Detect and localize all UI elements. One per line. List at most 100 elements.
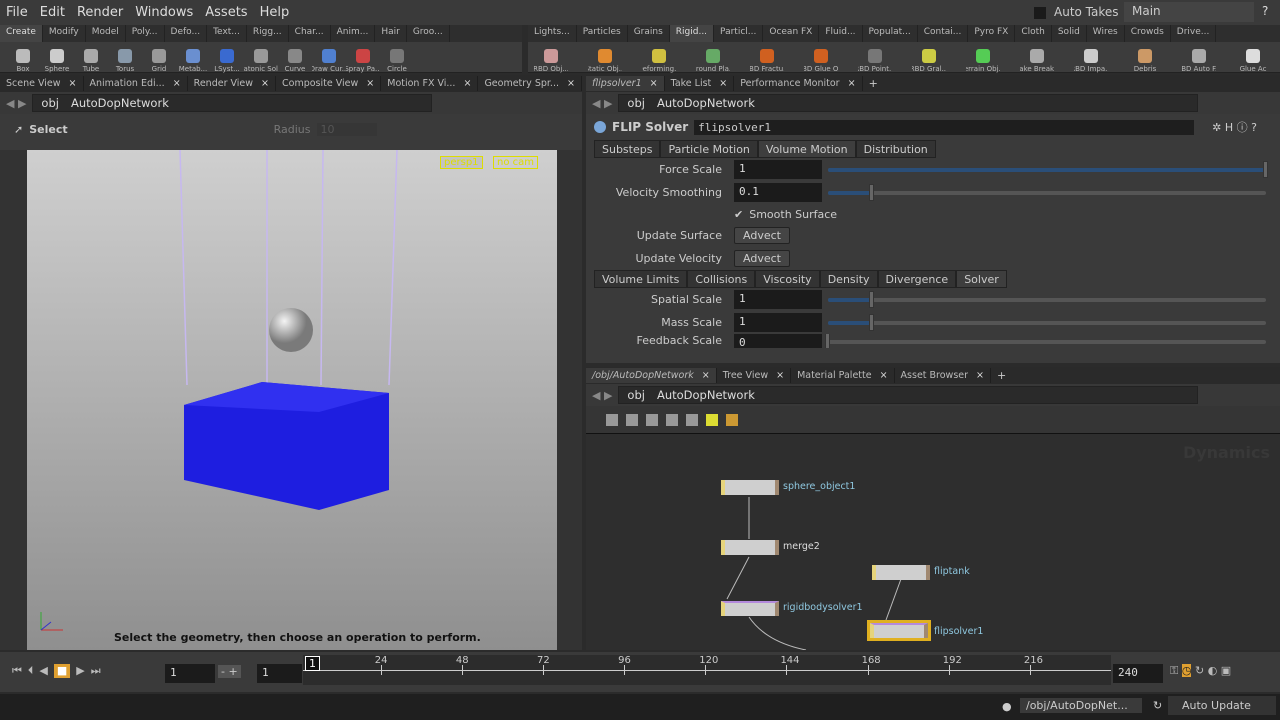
auto-takes-checkbox[interactable] xyxy=(1034,7,1046,19)
close-icon[interactable]: × xyxy=(567,78,575,89)
shelf-tool[interactable]: Debris xyxy=(1128,49,1162,73)
close-icon[interactable]: × xyxy=(366,78,374,89)
param-tab[interactable]: Viscosity xyxy=(755,270,820,288)
shelf-tab[interactable]: Populat... xyxy=(863,25,918,42)
param-tab[interactable]: Collisions xyxy=(687,270,756,288)
shelf-tool[interactable]: Tube xyxy=(74,49,108,73)
shelf-tab[interactable]: Pyro FX xyxy=(968,25,1016,42)
jump-end-icon[interactable]: ⏭ xyxy=(91,664,101,678)
shelf-tool[interactable]: Ground Pla... xyxy=(696,49,730,73)
close-icon[interactable]: × xyxy=(719,78,727,89)
pane-tab[interactable]: Animation Edi... × xyxy=(84,76,188,91)
param-tab[interactable]: Substeps xyxy=(594,140,661,158)
shelf-tool[interactable]: RBD Point... xyxy=(858,49,892,73)
play-back-icon[interactable]: ◀ xyxy=(39,664,47,678)
param-tab[interactable]: Volume Limits xyxy=(594,270,688,288)
shelf-tab[interactable]: Grains xyxy=(628,25,670,42)
frame-stepper[interactable]: - + xyxy=(218,665,241,678)
force-scale-field[interactable]: 1 xyxy=(734,160,822,179)
shelf-tab[interactable]: Crowds xyxy=(1125,25,1171,42)
shelf-tool[interactable]: Sphere xyxy=(40,49,74,73)
close-icon[interactable]: × xyxy=(69,78,77,89)
help-icon[interactable]: ? xyxy=(1262,4,1268,18)
frame-cursor[interactable]: 1 xyxy=(305,656,320,671)
shelf-tool[interactable]: LSyst... xyxy=(210,49,244,73)
shelf-tool[interactable]: Torus xyxy=(108,49,142,73)
playback-controls[interactable]: ⏮ ⏴ ◀ ■ ▶ ⏭ xyxy=(12,664,101,678)
shelf-tool[interactable]: Curve xyxy=(278,49,312,73)
shelf-tab[interactable]: Fluid... xyxy=(819,25,863,42)
shelf-tool[interactable]: Deforming... xyxy=(642,49,676,73)
spatial-scale-field[interactable]: 1 xyxy=(734,290,822,309)
shelf-tool[interactable]: Spray Pa... xyxy=(346,49,380,73)
path-network[interactable]: AutoDopNetwork xyxy=(71,96,169,110)
radius-field[interactable]: 10 xyxy=(316,122,377,136)
shelf-tool[interactable]: Grid xyxy=(142,49,176,73)
shelf-tab[interactable]: Poly... xyxy=(126,25,165,42)
path-obj[interactable]: obj xyxy=(41,96,59,110)
shelf-tab[interactable]: Text... xyxy=(207,25,247,42)
start-frame-field[interactable]: 1 xyxy=(165,664,215,683)
take-selector[interactable]: Main xyxy=(1124,2,1254,22)
shelf-tab[interactable]: Solid xyxy=(1052,25,1087,42)
shelf-tab[interactable]: Create xyxy=(0,25,43,42)
close-icon[interactable]: × xyxy=(848,78,856,89)
shelf-tab[interactable]: Char... xyxy=(289,25,331,42)
menu-help[interactable]: Help xyxy=(254,5,296,20)
param-tab[interactable]: Divergence xyxy=(877,270,957,288)
feedback-scale-slider[interactable] xyxy=(825,334,1266,348)
close-icon[interactable]: × xyxy=(261,78,269,89)
pane-tab[interactable]: Composite View × xyxy=(276,76,382,91)
menu-assets[interactable]: Assets xyxy=(199,5,253,20)
shelf-tab[interactable]: Rigg... xyxy=(247,25,289,42)
shelf-tool[interactable]: RBD Gral... xyxy=(912,49,946,73)
add-tab-icon[interactable]: + xyxy=(863,77,884,90)
path-network[interactable]: AutoDopNetwork xyxy=(657,96,755,110)
pane-tab[interactable]: flipsolver1 × xyxy=(586,76,665,91)
node-merge2[interactable] xyxy=(721,540,779,555)
gear-icon[interactable]: ✲ H ⓘ ? xyxy=(1212,119,1257,135)
close-icon[interactable]: × xyxy=(463,78,471,89)
smooth-surface-checkbox[interactable]: ✔ xyxy=(734,208,743,221)
menu-windows[interactable]: Windows xyxy=(129,5,199,20)
pane-tab[interactable]: Scene View × xyxy=(0,76,84,91)
shelf-tool[interactable]: RBD Impa... xyxy=(1074,49,1108,73)
shelf-tab[interactable]: Hair xyxy=(375,25,407,42)
node-fliptank[interactable] xyxy=(872,565,930,580)
path-bar[interactable]: obj AutoDopNetwork xyxy=(32,94,433,112)
step-back-icon[interactable]: ⏴ xyxy=(28,664,34,678)
close-icon[interactable]: × xyxy=(650,78,658,89)
node-flipsolver1[interactable] xyxy=(867,620,931,641)
shelf-tab[interactable]: Rigid... xyxy=(669,25,715,42)
shelf-tool[interactable]: Circle xyxy=(380,49,414,73)
shelf-tool[interactable]: Terrain Obj... xyxy=(966,49,1000,73)
shelf-tab[interactable]: Lights... xyxy=(528,25,577,42)
menu-edit[interactable]: Edit xyxy=(34,5,71,20)
right-toolbar[interactable] xyxy=(557,150,582,650)
shelf-tool[interactable]: RBD Fractu... xyxy=(750,49,784,73)
update-surface-menu[interactable]: Advect xyxy=(734,227,790,244)
shelf-tool[interactable]: Static Obj... xyxy=(588,49,622,73)
play-icon[interactable]: ▶ xyxy=(76,664,84,678)
shelf-tab[interactable]: Model xyxy=(86,25,126,42)
path-obj[interactable]: obj xyxy=(627,96,645,110)
param-tab[interactable]: Distribution xyxy=(855,140,936,158)
shelf-tab[interactable]: Cloth xyxy=(1015,25,1052,42)
camera-menu[interactable]: persp1 xyxy=(440,156,483,169)
shelf-tab[interactable]: Wires xyxy=(1087,25,1125,42)
velocity-smoothing-field[interactable]: 0.1 xyxy=(734,183,822,202)
shelf-tab[interactable]: Defo... xyxy=(165,25,208,42)
shelf-tab[interactable]: Drive... xyxy=(1171,25,1217,42)
shelf-tool[interactable]: RBD Obj... xyxy=(534,49,568,73)
shelf-tab[interactable]: Particles xyxy=(577,25,628,42)
force-scale-slider[interactable] xyxy=(828,160,1268,178)
back-icon[interactable]: ◀ ▶ xyxy=(592,97,612,110)
network-path-selector[interactable]: /obj/AutoDopNet... xyxy=(1020,698,1142,713)
shelf-tab[interactable]: Anim... xyxy=(331,25,376,42)
node-name-field[interactable]: flipsolver1 xyxy=(694,119,1195,135)
current-frame-field[interactable]: 1 xyxy=(257,664,302,683)
velocity-smoothing-slider[interactable] xyxy=(828,183,1266,201)
shelf-tab[interactable]: Groo... xyxy=(407,25,450,42)
shelf-tool[interactable]: Platonic Sol... xyxy=(244,49,278,73)
back-icon[interactable]: ◀ ▶ xyxy=(6,97,26,110)
